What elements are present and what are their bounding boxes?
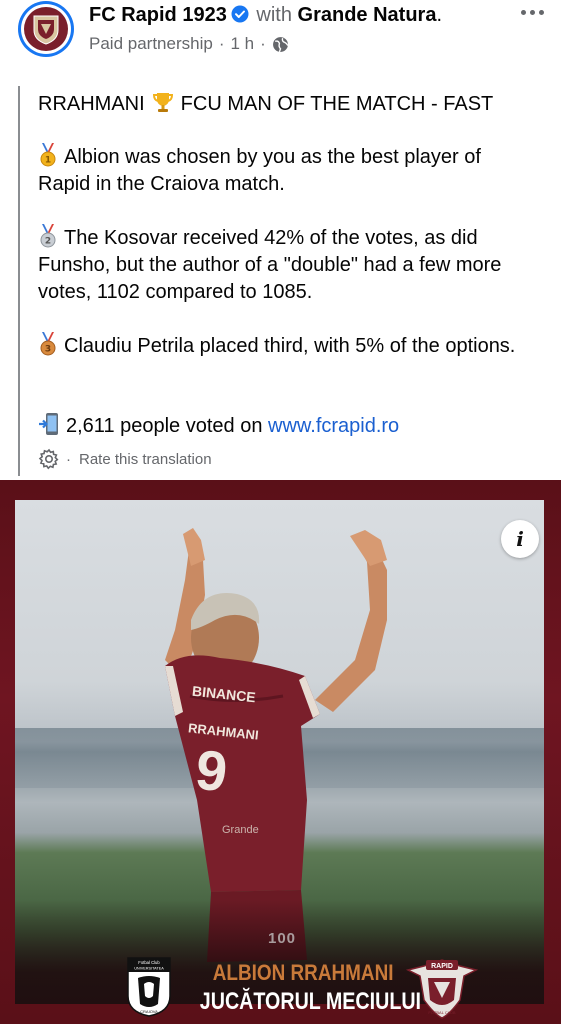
page-name-link[interactable]: FC Rapid 1923: [89, 4, 227, 26]
crest-right-text: RAPID: [431, 963, 453, 970]
more-options-button[interactable]: [514, 0, 550, 24]
more-dot: [520, 9, 526, 15]
centenary-badge: 100: [268, 930, 297, 947]
paragraph-3-text: Claudiu Petrila placed third, with 5% of…: [64, 335, 516, 357]
post-text-block: RRAHMANI FCU MAN OF THE MATCH - FAST 1 A…: [18, 86, 550, 476]
player-photo: i: [15, 500, 544, 1004]
fcrapid-link[interactable]: www.fcrapid.ro: [268, 415, 399, 437]
headline-text: FCU MAN OF THE MATCH - FAST: [180, 93, 494, 115]
mobile-phone-arrow-icon: [39, 413, 58, 435]
meta-separator: ·: [260, 34, 266, 53]
svg-text:1: 1: [45, 156, 51, 166]
post-headline: RRAHMANI FCU MAN OF THE MATCH - FAST: [38, 90, 538, 118]
info-button[interactable]: i: [501, 520, 539, 558]
post-paragraph-4: 2,611 people voted on www.fcrapid.ro: [38, 412, 538, 440]
headline-name: RRAHMANI: [38, 93, 145, 115]
svg-text:2: 2: [45, 237, 51, 247]
more-dot: [529, 9, 535, 15]
post-paragraph-3: 3 Claudiu Petrila placed third, with 5% …: [38, 332, 538, 360]
translation-row: · Rate this translation: [38, 448, 212, 470]
rapid-crest-icon: RAPID FOTBAL CLUB: [405, 959, 479, 1019]
partner-name-link[interactable]: Grande Natura: [298, 4, 437, 26]
rate-translation-link[interactable]: Rate this translation: [79, 451, 212, 468]
more-dot: [538, 9, 544, 15]
trophy-icon: [152, 93, 173, 112]
bronze-medal-icon: 3: [40, 332, 56, 356]
player-name-caption: ALBION RRAHMANI: [212, 960, 394, 985]
crest-right-subtext: FOTBAL CLUB: [428, 1010, 456, 1015]
avatar-ring: [21, 4, 71, 54]
jersey-brand: Grande: [222, 824, 259, 836]
verified-badge-icon: [231, 5, 249, 23]
silver-medal-icon: 2: [40, 224, 56, 248]
post-meta: Paid partnership · 1 h ·: [89, 34, 289, 54]
post-title: FC Rapid 1923 with Grande Natura.: [89, 4, 442, 26]
crest-left-text-top: Fotbal Club: [138, 960, 160, 965]
club-crest-icon: [24, 7, 68, 51]
gear-icon[interactable]: [38, 448, 60, 470]
paid-partnership-label[interactable]: Paid partnership: [89, 34, 213, 54]
page-avatar[interactable]: [18, 1, 74, 57]
globe-icon: [272, 36, 289, 52]
translate-separator: ·: [66, 450, 71, 468]
paragraph-1-text: Albion was chosen by you as the best pla…: [38, 146, 481, 195]
universitatea-craiova-crest-icon: Fotbal Club UNIVERSITATEA CRAIOVA: [127, 957, 171, 1017]
paragraph-4-text: 2,611 people voted on: [66, 415, 263, 437]
post-paragraph-2: 2 The Kosovar received 42% of the votes,…: [38, 224, 538, 306]
svg-text:3: 3: [45, 345, 51, 355]
paragraph-2-text: The Kosovar received 42% of the votes, a…: [38, 227, 502, 303]
post-header: FC Rapid 1923 with Grande Natura. Paid p…: [0, 0, 561, 70]
title-period: .: [436, 4, 443, 26]
gold-medal-icon: 1: [40, 143, 56, 167]
man-of-the-match-caption: JUCĂTORUL MECIULUI: [199, 988, 422, 1015]
meta-separator: ·: [218, 34, 225, 53]
crest-left-text-bottom: UNIVERSITATEA: [134, 967, 164, 971]
with-label: with: [256, 4, 292, 26]
crest-left-text-city: CRAIOVA: [140, 1009, 158, 1014]
post-timestamp[interactable]: 1 h: [230, 34, 254, 54]
post-paragraph-1: 1 Albion was chosen by you as the best p…: [38, 143, 538, 198]
